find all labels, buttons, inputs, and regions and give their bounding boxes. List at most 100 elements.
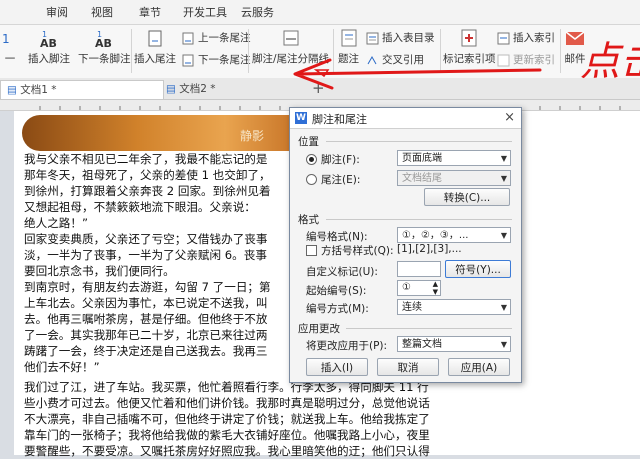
dialog-title-bar[interactable]: W 脚注和尾注 ×: [290, 108, 521, 129]
prev-endnote-icon: [182, 32, 194, 44]
cross-reference-label: 交叉引用: [382, 54, 424, 66]
tab-cloud[interactable]: 云服务: [241, 4, 274, 20]
number-format-select[interactable]: ①，②，③，... ▼: [397, 227, 511, 243]
caption-button[interactable]: 题注: [338, 28, 359, 66]
note-separator-label: 脚注/尾注分隔线: [252, 53, 330, 65]
svg-text:1: 1: [2, 32, 10, 46]
wps-writer-icon: W: [295, 112, 307, 124]
header-banner-image: 静影: [22, 115, 312, 151]
custom-mark-label: 自定义标记(U):: [306, 266, 378, 278]
ribbon-separator: [333, 29, 334, 73]
tab-developer[interactable]: 开发工具: [183, 4, 227, 20]
document-body-lower: 我们过了江，进了车站。我买票，他忙着照看行李。行李太多，得向脚夫 11 行 些小…: [24, 379, 480, 459]
start-number-value: ①: [402, 282, 411, 293]
paragraph-line: 靠车门的一张椅子；我将他给我做的紫毛大衣铺好座位。他嘱我路上小心，夜里: [24, 428, 430, 442]
dropdown-arrow-icon: ▼: [500, 174, 507, 183]
ribbon-toolbar: 1 一 1 AB 插入脚注 1 AB 下一条脚注 插入尾注 上一条尾注 下一条尾注 …: [0, 25, 640, 79]
svg-text:AB: AB: [40, 37, 57, 48]
note-separator-button[interactable]: 脚注/尾注分隔线: [252, 28, 329, 66]
next-endnote-icon: [182, 54, 194, 66]
next-footnote-button[interactable]: 1 AB 下一条脚注: [78, 28, 131, 66]
insert-endnote-button[interactable]: 插入尾注: [134, 28, 176, 66]
tab-review[interactable]: 审阅: [46, 4, 68, 20]
svg-text:AB: AB: [95, 37, 112, 48]
document-icon: ▤: [7, 84, 21, 96]
number-format-label: 编号格式(N):: [306, 231, 368, 243]
dropdown-arrow-icon: ▼: [500, 303, 507, 312]
cancel-button[interactable]: 取消: [377, 358, 439, 376]
tab-view[interactable]: 视图: [91, 4, 113, 20]
insert-toc-entry-button[interactable]: 插入表目录: [366, 30, 435, 45]
next-footnote-label: 下一条脚注: [78, 53, 131, 65]
ribbon-separator: [560, 29, 561, 73]
insert-footnote-label: 插入脚注: [28, 53, 70, 65]
apply-to-value: 整篇文档: [402, 339, 442, 350]
next-endnote-button[interactable]: 下一条尾注: [182, 52, 251, 67]
spinner-arrows-icon[interactable]: ▲ ▼: [433, 280, 438, 296]
insert-index-label: 插入索引: [513, 32, 555, 44]
square-bracket-preview: [1],[2],[3],...: [397, 243, 462, 255]
mark-index-button[interactable]: 标记索引项: [443, 28, 496, 66]
footnote-position-value: 页面底端: [402, 153, 442, 164]
square-bracket-label: 方括号样式(Q):: [321, 245, 394, 257]
insert-endnote-icon: [148, 30, 162, 47]
endnote-position-value: 文档结尾: [402, 173, 442, 184]
table-of-contents-icon: [366, 32, 379, 44]
ribbon-tab-bar: 审阅 视图 章节 开发工具 云服务: [0, 0, 640, 25]
paragraph-line: 不大漂亮，非自己插嘴不可，但他终于讲定了价钱；就送我上车。他给我拣定了: [24, 412, 430, 426]
prev-endnote-label: 上一条尾注: [198, 32, 251, 44]
insert-footnote-button[interactable]: 1 AB 插入脚注: [28, 28, 70, 66]
numbering-method-select[interactable]: 连续 ▼: [397, 299, 511, 315]
footnote-radio-label: 脚注(F):: [321, 154, 360, 166]
ribbon-separator: [248, 29, 249, 73]
document-tab-2-label: 文档2 *: [179, 83, 216, 95]
cross-reference-icon: [367, 55, 377, 64]
document-tab-2[interactable]: ▤ 文档2 *: [160, 80, 312, 98]
apply-to-select[interactable]: 整篇文档 ▼: [397, 336, 511, 352]
insert-footnote-icon: 1AB: [40, 30, 57, 48]
new-tab-button[interactable]: +: [312, 79, 325, 97]
number-format-value: ①，②，③，...: [402, 230, 469, 241]
footnote-icon: 1: [2, 32, 10, 46]
footnote-position-select[interactable]: 页面底端 ▼: [397, 150, 511, 166]
banner-text: 静影: [240, 129, 265, 143]
start-number-input[interactable]: ① ▲ ▼: [397, 280, 441, 296]
cross-reference-button[interactable]: 交叉引用: [366, 52, 424, 67]
group-divider: [326, 219, 512, 220]
endnote-position-select[interactable]: 文档结尾 ▼: [397, 170, 511, 186]
document-tab-1[interactable]: ▤ 文档1 *: [0, 80, 164, 99]
close-button[interactable]: ×: [504, 110, 515, 125]
footnote-radio[interactable]: [306, 154, 317, 165]
insert-index-icon: [497, 32, 510, 44]
footnote-endnote-dialog: W 脚注和尾注 × 位置 脚注(F): 页面底端 ▼ 尾注(E): 文档结尾 ▼ 转…: [289, 107, 522, 383]
group-divider: [326, 141, 512, 142]
document-icon: ▤: [166, 83, 180, 95]
custom-mark-input[interactable]: [397, 261, 441, 277]
convert-button[interactable]: 转换(C)...: [424, 188, 510, 206]
insert-button[interactable]: 插入(I): [306, 358, 368, 376]
dropdown-arrow-icon: ▼: [500, 340, 507, 349]
square-bracket-checkbox[interactable]: [306, 245, 317, 256]
next-endnote-label: 下一条尾注: [198, 54, 251, 66]
refresh-icon: [497, 54, 510, 66]
ribbon-cut-label: 一: [4, 53, 16, 65]
mark-index-label: 标记索引项: [443, 53, 496, 65]
next-footnote-icon: 1AB: [95, 30, 112, 48]
ribbon-cut-button[interactable]: 1 一: [0, 28, 20, 66]
numbering-method-value: 连续: [402, 302, 422, 313]
ribbon-separator: [131, 29, 132, 73]
dropdown-arrow-icon: ▼: [500, 231, 507, 240]
format-group-label: 格式: [298, 214, 319, 226]
apply-to-label: 将更改应用于(P):: [306, 340, 388, 352]
apply-button[interactable]: 应用(A): [448, 358, 510, 376]
insert-index-button[interactable]: 插入索引: [497, 30, 555, 45]
tab-chapter[interactable]: 章节: [139, 4, 161, 20]
paragraph-line: 要警醒些，不要受凉。又嘱托茶房好好照应我。我心里暗笑他的迂；他们只认得: [24, 444, 430, 458]
apply-changes-group-label: 应用更改: [298, 323, 340, 335]
caption-label: 题注: [338, 53, 359, 65]
ribbon-separator: [440, 29, 441, 73]
update-index-button[interactable]: 更新索引: [497, 52, 555, 67]
endnote-radio[interactable]: [306, 174, 317, 185]
symbol-button[interactable]: 符号(Y)...: [445, 260, 511, 278]
prev-endnote-button[interactable]: 上一条尾注: [182, 30, 251, 45]
